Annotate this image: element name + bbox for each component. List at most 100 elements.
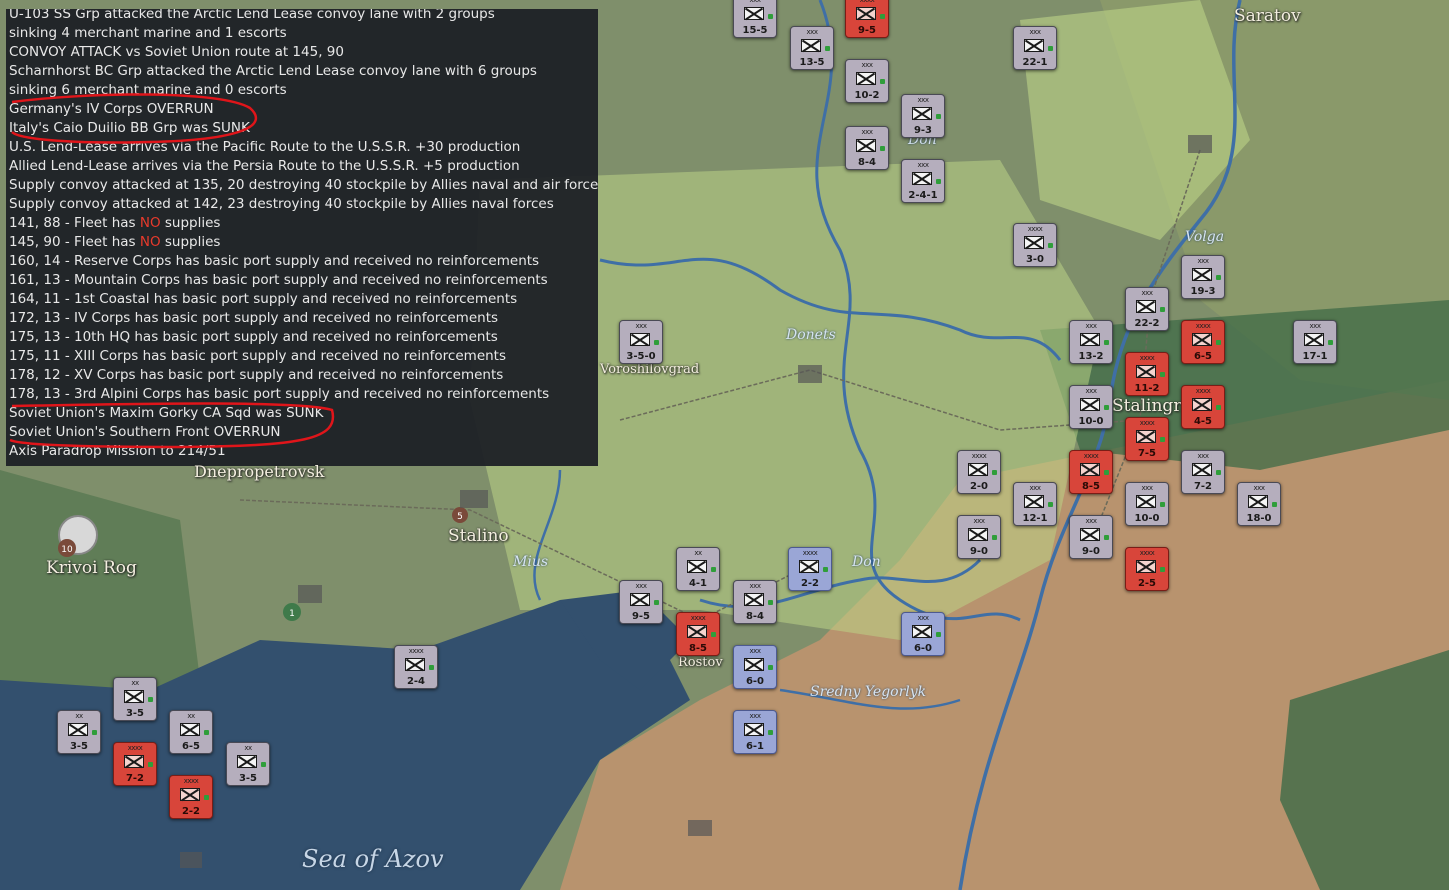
unit-size: xxxx (971, 452, 987, 460)
unit-counter[interactable]: xx 6-5 (169, 710, 213, 754)
unit-counter[interactable]: xxx 18-0 (1237, 482, 1281, 526)
unit-counter[interactable]: xxx 7-2 (1181, 450, 1225, 494)
unit-counter[interactable]: xxx 10-0 (1125, 482, 1169, 526)
unit-size: xxx (1085, 387, 1097, 395)
unit-counter[interactable]: xxx 22-2 (1125, 287, 1169, 331)
unit-counter[interactable]: xxxx 2-5 (1125, 547, 1169, 591)
log-line-fleet: 145, 90 - Fleet has NO supplies (9, 233, 220, 252)
unit-strength: 7-5 (1137, 448, 1157, 459)
supply-dot-icon (148, 697, 153, 702)
unit-counter[interactable]: xxx 17-1 (1293, 320, 1337, 364)
supply-dot-icon (936, 179, 941, 184)
unit-size: xxx (1029, 484, 1041, 492)
unit-counter[interactable]: xx 4-1 (676, 547, 720, 591)
supply-dot-icon (768, 14, 773, 19)
city-label-voroshilovgrad[interactable]: Voroshilovgrad (600, 362, 699, 377)
unit-counter[interactable]: xxxx 8-5 (676, 612, 720, 656)
unit-counter[interactable]: xx 3-5 (226, 742, 270, 786)
log-line: 161, 13 - Mountain Corps has basic port … (9, 272, 548, 288)
log-line: Supply convoy attacked at 142, 23 destro… (9, 196, 554, 212)
unit-size: xxx (861, 61, 873, 69)
unit-size: xxx (635, 322, 647, 330)
city-value-1: 1 (289, 609, 295, 619)
unit-size: xxx (749, 647, 761, 655)
unit-counter[interactable]: xxx 6-1 (733, 710, 777, 754)
unit-counter[interactable]: xxxx 11-2 (1125, 352, 1169, 396)
infantry-symbol-icon (1080, 528, 1100, 541)
unit-size: xxx (635, 582, 647, 590)
supply-dot-icon (880, 14, 885, 19)
unit-counter[interactable]: xxx 2-4-1 (901, 159, 945, 203)
unit-counter[interactable]: xxx 10-2 (845, 59, 889, 103)
log-line: 178, 13 - 3rd Alpini Corps has basic por… (9, 386, 550, 402)
unit-size: xxxx (1027, 225, 1043, 233)
log-line: U-103 SS Grp attacked the Arctic Lend Le… (9, 9, 495, 22)
unit-counter[interactable]: xxx 8-4 (845, 126, 889, 170)
unit-counter[interactable]: xxx 12-1 (1013, 482, 1057, 526)
unit-counter[interactable]: xxx 10-0 (1069, 385, 1113, 429)
unit-counter[interactable]: xxx 9-0 (1069, 515, 1113, 559)
unit-counter[interactable]: xxxx 7-5 (1125, 417, 1169, 461)
unit-counter[interactable]: xxx 9-0 (957, 515, 1001, 559)
unit-counter[interactable]: xxxx 7-2 (113, 742, 157, 786)
unit-size: xxxx (690, 614, 706, 622)
unit-counter[interactable]: xxx 13-2 (1069, 320, 1113, 364)
unit-strength: 3-5 (125, 708, 145, 719)
supply-dot-icon (768, 600, 773, 605)
infantry-symbol-icon (1080, 398, 1100, 411)
supply-dot-icon (1104, 340, 1109, 345)
unit-counter[interactable]: xxxx 2-2 (169, 775, 213, 819)
infantry-symbol-icon (180, 788, 200, 801)
unit-counter[interactable]: xxxx 4-5 (1181, 385, 1225, 429)
unit-counter[interactable]: xxxx 3-0 (1013, 223, 1057, 267)
unit-counter[interactable]: xxx 6-0 (901, 612, 945, 656)
infantry-symbol-icon (744, 593, 764, 606)
supply-dot-icon (768, 730, 773, 735)
city-label-stalino[interactable]: Stalino (448, 526, 509, 546)
infantry-symbol-icon (799, 560, 819, 573)
unit-counter[interactable]: xxxx 8-5 (1069, 450, 1113, 494)
infantry-symbol-icon (630, 333, 650, 346)
unit-strength: 13-5 (799, 57, 825, 68)
unit-counter[interactable]: xx 3-5 (113, 677, 157, 721)
infantry-symbol-icon (1304, 333, 1324, 346)
infantry-symbol-icon (1080, 333, 1100, 346)
unit-counter[interactable]: xxx 22-1 (1013, 26, 1057, 70)
unit-counter[interactable]: xxxx 2-0 (957, 450, 1001, 494)
infantry-symbol-icon (744, 7, 764, 20)
unit-strength: 9-3 (913, 125, 933, 136)
supply-dot-icon (92, 730, 97, 735)
unit-strength: 3-5 (69, 741, 89, 752)
unit-size: xxx (1253, 484, 1265, 492)
unit-strength: 2-0 (969, 481, 989, 492)
city-label-saratov[interactable]: Saratov (1234, 6, 1301, 26)
unit-size: xx (694, 549, 702, 557)
unit-counter[interactable]: xx 3-5 (57, 710, 101, 754)
unit-counter[interactable]: xxx 8-4 (733, 580, 777, 624)
infantry-symbol-icon (124, 690, 144, 703)
unit-counter[interactable]: xxx 19-3 (1181, 255, 1225, 299)
infantry-symbol-icon (1192, 398, 1212, 411)
unit-counter[interactable]: xxxx 2-4 (394, 645, 438, 689)
unit-size: xxxx (183, 777, 199, 785)
supply-dot-icon (1216, 275, 1221, 280)
unit-counter[interactable]: xxx 6-0 (733, 645, 777, 689)
unit-strength: 7-2 (125, 773, 145, 784)
unit-size: xxxx (127, 744, 143, 752)
infantry-symbol-icon (912, 172, 932, 185)
unit-counter[interactable]: xxxx 2-2 (788, 547, 832, 591)
unit-strength: 4-5 (1193, 416, 1213, 427)
unit-strength: 10-0 (1078, 416, 1104, 427)
unit-counter[interactable]: xxx 9-3 (901, 94, 945, 138)
unit-counter[interactable]: xxx 15-5 (733, 0, 777, 38)
unit-counter[interactable]: xxx 3-5-0 (619, 320, 663, 364)
city-label-dnepropetrovsk[interactable]: Dnepropetrovsk (194, 462, 325, 481)
unit-strength: 9-5 (857, 25, 877, 36)
unit-counter[interactable]: xxx 13-5 (790, 26, 834, 70)
unit-size: xx (75, 712, 83, 720)
city-label-krivoi-rog[interactable]: Krivoi Rog (46, 558, 137, 578)
unit-counter[interactable]: xxxx 9-5 (845, 0, 889, 38)
city-label-rostov[interactable]: Rostov (678, 655, 723, 670)
unit-counter[interactable]: xxxx 6-5 (1181, 320, 1225, 364)
unit-counter[interactable]: xxx 9-5 (619, 580, 663, 624)
